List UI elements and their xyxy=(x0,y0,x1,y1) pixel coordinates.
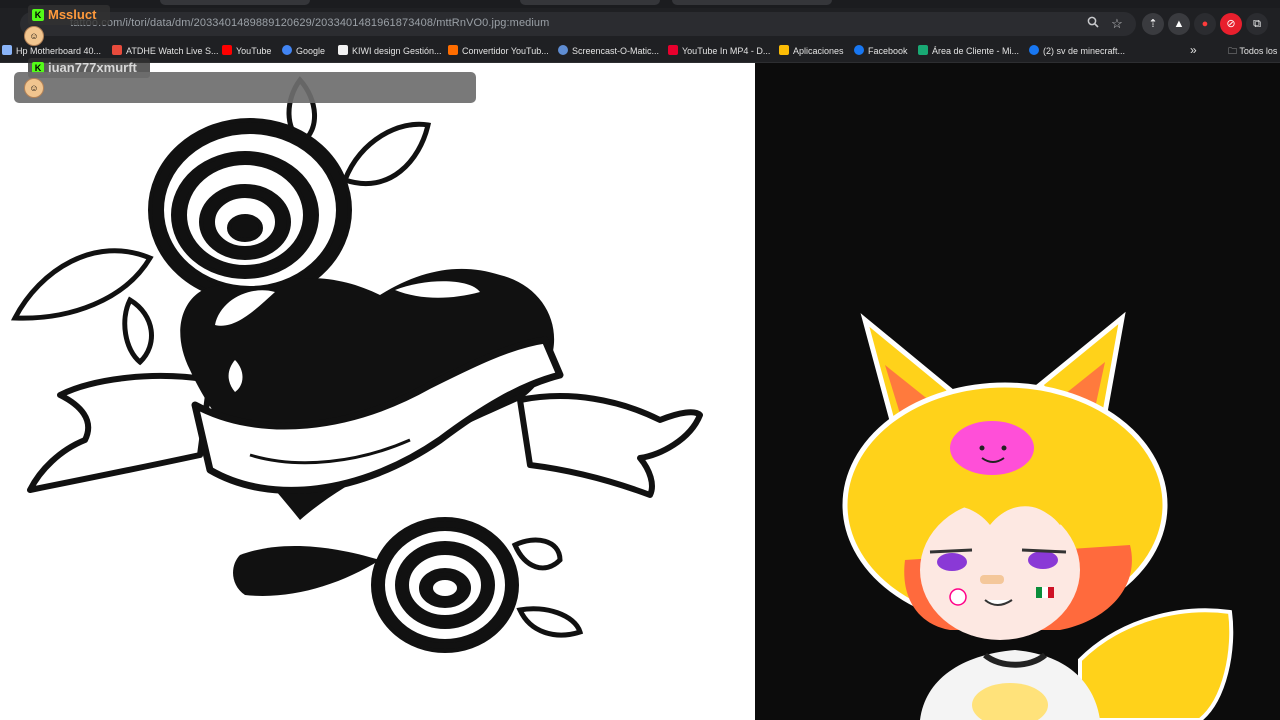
bookmark-label: YouTube In MP4 - D... xyxy=(682,46,771,56)
bookmark-favicon xyxy=(918,45,928,55)
zoom-icon[interactable] xyxy=(1084,15,1102,33)
browser-tab[interactable] xyxy=(672,0,832,5)
bookmark-item[interactable]: (2) sv de minecraft... xyxy=(1029,44,1125,58)
bookmark-label: YouTube xyxy=(236,46,272,56)
record-icon[interactable]: ● xyxy=(1194,13,1216,35)
bookmark-label: Google xyxy=(296,46,326,56)
google-icon xyxy=(282,45,292,55)
address-bar[interactable]: tattoo.com/i/tori/data/dm/20334014898891… xyxy=(20,12,1136,36)
bookmark-favicon xyxy=(558,45,568,55)
star-icon[interactable]: ☆ xyxy=(1108,15,1126,33)
bookmark-item[interactable]: Hp Motherboard 40... xyxy=(2,44,101,58)
bookmark-label: (2) sv de minecraft... xyxy=(1043,46,1126,56)
vtuber-panel xyxy=(755,63,1280,720)
browser-toolbar: tattoo.com/i/tori/data/dm/20334014898891… xyxy=(0,8,1280,40)
bookmark-item[interactable]: Convertidor YouTub... xyxy=(448,44,549,58)
puzzle-icon[interactable]: ⧉ xyxy=(1246,13,1268,35)
apps-grid-icon xyxy=(779,45,789,55)
tattoo-heart-roses-image xyxy=(10,76,703,653)
browser-tab[interactable] xyxy=(160,0,310,5)
bookmarks-bar: Hp Motherboard 40... ATDHE Watch Live S.… xyxy=(0,40,1280,63)
browser-tab[interactable] xyxy=(520,0,660,5)
vtuber-avatar xyxy=(842,311,1234,720)
bookmark-item[interactable]: Aplicaciones xyxy=(779,44,844,58)
chat-message-box xyxy=(14,72,476,103)
bookmark-item[interactable]: Facebook xyxy=(854,44,908,58)
chat-username: K Mssluct xyxy=(32,7,96,22)
bookmark-favicon xyxy=(2,45,12,55)
bookmark-label: Facebook xyxy=(868,46,908,56)
facebook-icon xyxy=(854,45,864,55)
bookmark-label: Aplicaciones xyxy=(793,46,844,56)
bookmark-folder[interactable]: 🗀 Todos los xyxy=(1228,44,1277,60)
bookmark-favicon xyxy=(448,45,458,55)
extension-icon[interactable]: ⇡ xyxy=(1142,13,1164,35)
emote-avatar-icon: ☺ xyxy=(24,78,44,98)
chat-username-text: Mssluct xyxy=(48,7,97,22)
bookmark-label: Hp Motherboard 40... xyxy=(16,46,102,56)
tab-strip xyxy=(0,0,1280,8)
bookmark-label: Área de Cliente - Mi... xyxy=(932,46,1020,56)
bookmark-label: KIWI design Gestión... xyxy=(352,46,442,56)
screenshot-icon[interactable]: ⊘ xyxy=(1220,13,1242,35)
facebook-icon xyxy=(1029,45,1039,55)
bookmark-item[interactable]: Área de Cliente - Mi... xyxy=(918,44,1019,58)
download-icon[interactable]: ▲ xyxy=(1168,13,1190,35)
url-text[interactable]: tattoo.com/i/tori/data/dm/20334014898891… xyxy=(70,17,549,29)
bookmark-item[interactable]: YouTube xyxy=(222,44,271,58)
image-viewer xyxy=(0,63,755,720)
bookmark-label: Convertidor YouTub... xyxy=(462,46,549,56)
bookmark-item[interactable]: Google xyxy=(282,44,325,58)
bookmark-label: Screencast-O-Matic... xyxy=(572,46,660,56)
bookmark-favicon xyxy=(338,45,348,55)
bookmark-favicon xyxy=(668,45,678,55)
bookmark-item[interactable]: KIWI design Gestión... xyxy=(338,44,442,58)
kick-badge-icon: K xyxy=(32,9,44,21)
folder-icon: 🗀 xyxy=(1228,46,1240,56)
bookmark-label: ATDHE Watch Live S... xyxy=(126,46,219,56)
bookmark-item[interactable]: Screencast-O-Matic... xyxy=(558,44,659,58)
youtube-icon xyxy=(222,45,232,55)
bookmark-folder-label: Todos los xyxy=(1239,46,1278,56)
bookmark-item[interactable]: YouTube In MP4 - D... xyxy=(668,44,770,58)
bookmark-favicon xyxy=(112,45,122,55)
bookmarks-overflow-icon[interactable]: » xyxy=(1190,43,1197,57)
bookmark-item[interactable]: ATDHE Watch Live S... xyxy=(112,44,219,58)
emote-avatar-icon: ☺ xyxy=(24,26,44,46)
